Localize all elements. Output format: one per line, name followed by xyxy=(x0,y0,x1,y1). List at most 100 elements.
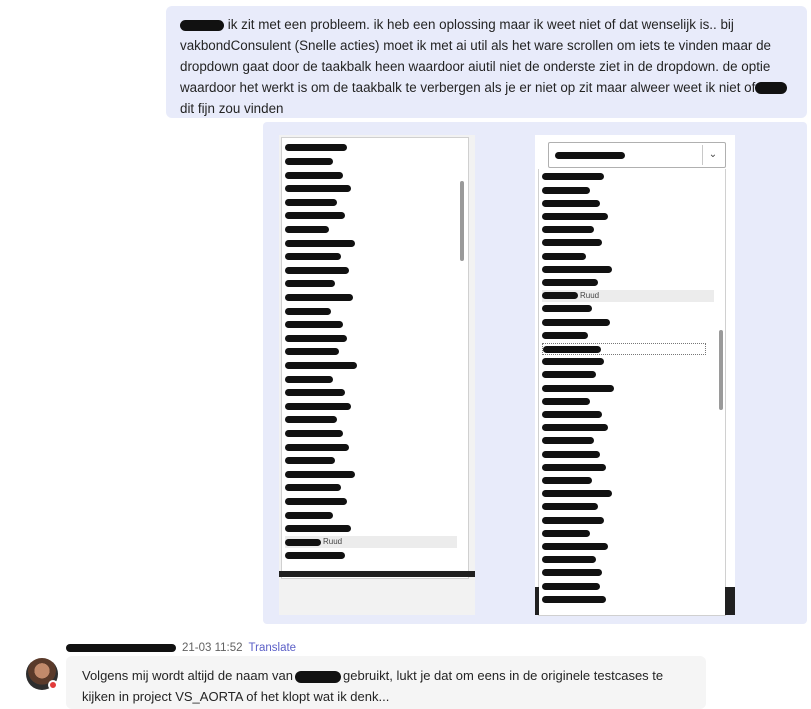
dropdown-item xyxy=(285,441,351,453)
redacted-item-text xyxy=(285,470,355,478)
redacted-item-text xyxy=(542,331,588,339)
dropdown-item xyxy=(542,554,598,566)
redacted-item-text xyxy=(542,542,608,550)
dropdown-item-label: Ruud xyxy=(323,537,343,547)
translate-link[interactable]: Translate xyxy=(249,642,297,654)
redacted-item-text xyxy=(285,171,343,179)
redacted-item-text xyxy=(542,437,594,445)
dropdown-item xyxy=(285,400,353,412)
dropdown-list: Ruud xyxy=(281,137,469,579)
redacted-item-text xyxy=(285,484,341,492)
dropdown-scrollbar xyxy=(719,330,723,410)
dropdown-item xyxy=(542,501,600,513)
dropdown-item xyxy=(542,409,604,421)
dropdown-item xyxy=(285,319,345,331)
redacted-item-text xyxy=(542,371,596,379)
redacted-item-text xyxy=(285,525,351,533)
redacted-item-text xyxy=(285,538,321,546)
dropdown-item xyxy=(542,593,608,605)
dropdown-item xyxy=(285,292,355,304)
dropdown-item xyxy=(285,278,337,290)
dropdown-screenshot-right[interactable]: ⌄ Ruud xyxy=(535,135,735,616)
dropdown-item xyxy=(285,428,345,440)
dropdown-item xyxy=(285,523,353,535)
incoming-message-bubble: Volgens mij wordt altijd de naam van gebr… xyxy=(66,656,706,709)
redacted-sender-name xyxy=(66,643,176,652)
redacted-item-text xyxy=(285,389,345,397)
dropdown-item xyxy=(542,171,606,183)
dropdown-item xyxy=(542,369,598,381)
redacted-item-text xyxy=(285,552,345,560)
redacted-item-text xyxy=(543,345,601,353)
redacted-item-text xyxy=(285,239,355,247)
taskbar-overlap xyxy=(279,571,475,577)
redacted-item-text xyxy=(542,582,600,590)
message-timestamp: 21-03 11:52 xyxy=(182,642,243,654)
dropdown-item xyxy=(285,468,357,480)
dropdown-item xyxy=(285,360,359,372)
chevron-down-icon: ⌄ xyxy=(702,145,723,165)
dropdown-item xyxy=(542,541,610,553)
redacted-item-text xyxy=(285,402,351,410)
redacted-item-text xyxy=(542,450,600,458)
outgoing-message-text-part-1: ik zit met een probleem. ik heb een oplo… xyxy=(180,17,771,95)
redacted-item-text xyxy=(285,361,357,369)
dropdown-item: Ruud xyxy=(285,536,457,549)
redacted-item-text xyxy=(542,463,606,471)
dropdown-item-label: Ruud xyxy=(580,290,600,300)
dropdown-item xyxy=(285,455,337,467)
redacted-item-text xyxy=(285,266,349,274)
outgoing-message-bubble: ik zit met een probleem. ik heb een oplo… xyxy=(166,6,807,118)
dropdown-item xyxy=(285,482,343,494)
dropdown-item xyxy=(542,422,610,434)
dropdown-item xyxy=(542,303,594,315)
redacted-item-text xyxy=(542,226,594,234)
redacted-item-text xyxy=(542,569,602,577)
dropdown-item xyxy=(542,329,590,341)
dropdown-item xyxy=(542,184,592,196)
dropdown-item xyxy=(285,169,345,181)
dropdown-item xyxy=(542,250,588,262)
dropdown-item xyxy=(285,183,353,195)
redacted-item-text xyxy=(542,212,608,220)
redacted-item-text xyxy=(285,225,329,233)
dropdown-item xyxy=(285,224,331,236)
dropdown-screenshot-left[interactable]: Ruud xyxy=(279,135,475,615)
redacted-item-text xyxy=(285,253,341,261)
redacted-item-text xyxy=(542,265,612,273)
dropdown-item xyxy=(285,550,347,562)
redacted-item-text xyxy=(542,358,604,366)
dropdown-item xyxy=(542,382,616,394)
outgoing-message-text-part-2: dit fijn zou vinden xyxy=(180,101,284,116)
dropdown-item xyxy=(542,527,592,539)
redacted-item-text xyxy=(542,292,578,300)
dropdown-item xyxy=(542,567,604,579)
redacted-item-text xyxy=(285,157,333,165)
image-attachment[interactable]: Ruud ⌄ Ruud xyxy=(263,122,807,624)
redacted-item-text xyxy=(285,321,343,329)
dropdown-item xyxy=(542,435,596,447)
dropdown-item xyxy=(542,461,608,473)
dropdown-item xyxy=(542,211,610,223)
dropdown-item xyxy=(285,387,347,399)
redacted-item-text xyxy=(542,186,590,194)
incoming-message-text-part-1: Volgens mij wordt altijd de naam van xyxy=(82,668,294,683)
redacted-item-text xyxy=(542,490,612,498)
redacted-item-text xyxy=(542,516,604,524)
redacted-item-text xyxy=(285,334,347,342)
dropdown-item xyxy=(542,277,600,289)
dropdown-item xyxy=(285,496,349,508)
redacted-item-text xyxy=(542,239,602,247)
dropdown-item xyxy=(542,580,602,592)
outgoing-message-text: ik zit met een probleem. ik heb een oplo… xyxy=(180,14,795,119)
presence-status-icon xyxy=(48,680,58,690)
redacted-item-text xyxy=(285,307,331,315)
dropdown-item xyxy=(542,514,606,526)
redacted-item-text xyxy=(542,410,602,418)
dropdown-item xyxy=(285,210,347,222)
redacted-item-text xyxy=(542,529,590,537)
redacted-item-text xyxy=(285,375,333,383)
taskbar-overlap-left xyxy=(535,587,539,615)
redacted-item-text xyxy=(285,443,349,451)
redacted-item-text xyxy=(542,424,608,432)
